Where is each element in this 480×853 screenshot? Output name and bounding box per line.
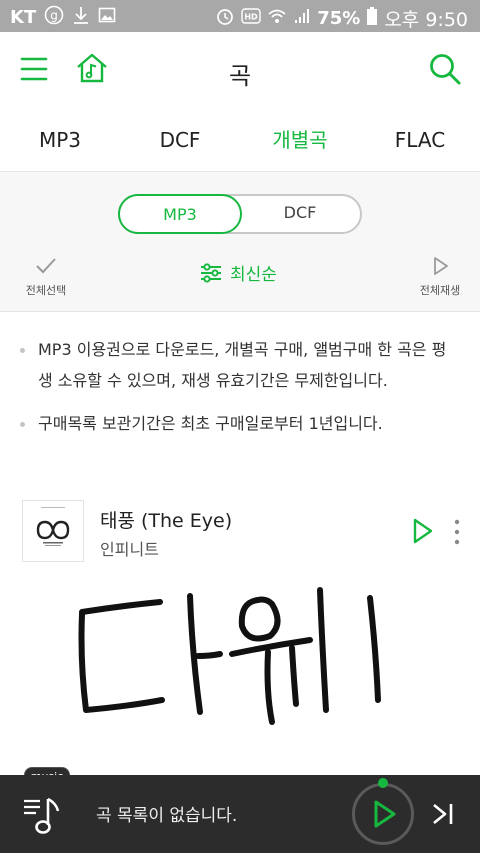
tab-mp3[interactable]: MP3 [0, 108, 120, 171]
select-all-button[interactable]: 전체선택 [18, 256, 74, 298]
notice-item: 구매목록 보관기간은 최초 구매일로부터 1년입니다. [20, 408, 460, 439]
signal-icon [293, 7, 311, 30]
song-more-button[interactable] [452, 518, 462, 546]
g-circle-icon: g [44, 5, 64, 30]
format-toggle: MP3 DCF [118, 194, 362, 234]
mini-player: 곡 목록이 없습니다. [0, 775, 480, 853]
song-play-button[interactable] [412, 518, 434, 548]
alarm-icon [215, 6, 235, 31]
song-row[interactable]: 태풍 (The Eye) 인피니트 [22, 500, 462, 564]
next-track-button[interactable] [430, 801, 456, 831]
more-vertical-icon [454, 519, 460, 545]
now-playing-text: 곡 목록이 없습니다. [96, 806, 238, 826]
next-track-icon [433, 803, 453, 825]
handwriting-scribble [78, 587, 381, 725]
play-all-label: 전체재생 [419, 284, 461, 297]
search-icon [430, 54, 461, 85]
app-header: 곡 [0, 32, 480, 108]
svg-text:HD: HD [245, 13, 259, 22]
tab-dcf[interactable]: DCF [120, 108, 240, 171]
bullet-dot [20, 422, 25, 427]
image-icon [98, 6, 116, 29]
notice-text: 구매목록 보관기간은 최초 구매일로부터 1년입니다. [38, 414, 383, 433]
notice-item: MP3 이용권으로 다운로드, 개별곡 구매, 앨범구매 한 곡은 평생 소유할… [20, 334, 460, 396]
sort-button[interactable]: 최신순 [200, 260, 277, 285]
wifi-icon [267, 7, 287, 30]
select-all-label: 전체선택 [25, 284, 67, 297]
notice-text: MP3 이용권으로 다운로드, 개별곡 구매, 앨범구매 한 곡은 평생 소유할… [38, 340, 447, 390]
battery-icon [366, 6, 378, 31]
infinity-logo-icon [36, 507, 70, 546]
sliders-icon [201, 262, 221, 283]
tab-individual-songs[interactable]: 개별곡 [240, 108, 360, 171]
album-art [22, 500, 84, 562]
play-icon [374, 800, 396, 828]
battery-percent: 75% [317, 8, 361, 29]
play-all-button[interactable]: 전체재생 [414, 256, 466, 298]
playing-indicator-dot [378, 778, 388, 788]
clock: 오후 9:50 [384, 9, 468, 31]
notice-list: MP3 이용권으로 다운로드, 개별곡 구매, 앨범구매 한 곡은 평생 소유할… [20, 334, 460, 451]
player-play-button[interactable] [352, 783, 414, 845]
sort-label: 최신순 [230, 265, 277, 285]
toggle-dcf[interactable]: DCF [238, 194, 362, 234]
category-tabs: MP3 DCF 개별곡 FLAC [0, 108, 480, 172]
toggle-mp3[interactable]: MP3 [118, 194, 242, 234]
song-artist: 인피니트 [100, 540, 159, 559]
hd-icon: HD [241, 8, 261, 29]
bullet-dot [20, 348, 25, 353]
playlist-button[interactable] [22, 795, 62, 841]
sort-toolbar: 전체선택 최신순 전체재생 [0, 250, 480, 300]
song-title: 태풍 (The Eye) [100, 510, 233, 532]
download-icon [72, 5, 90, 30]
search-button[interactable] [428, 52, 462, 86]
check-icon [36, 258, 56, 274]
tab-flac[interactable]: FLAC [360, 108, 480, 171]
playlist-note-icon [24, 797, 60, 834]
play-icon [413, 518, 433, 544]
carrier-label: KT [10, 7, 37, 28]
svg-text:g: g [50, 9, 58, 23]
status-bar: KT g HD 75% 오후 9:50 [0, 0, 480, 32]
play-outline-icon [434, 257, 448, 275]
page-title: 곡 [228, 62, 252, 90]
